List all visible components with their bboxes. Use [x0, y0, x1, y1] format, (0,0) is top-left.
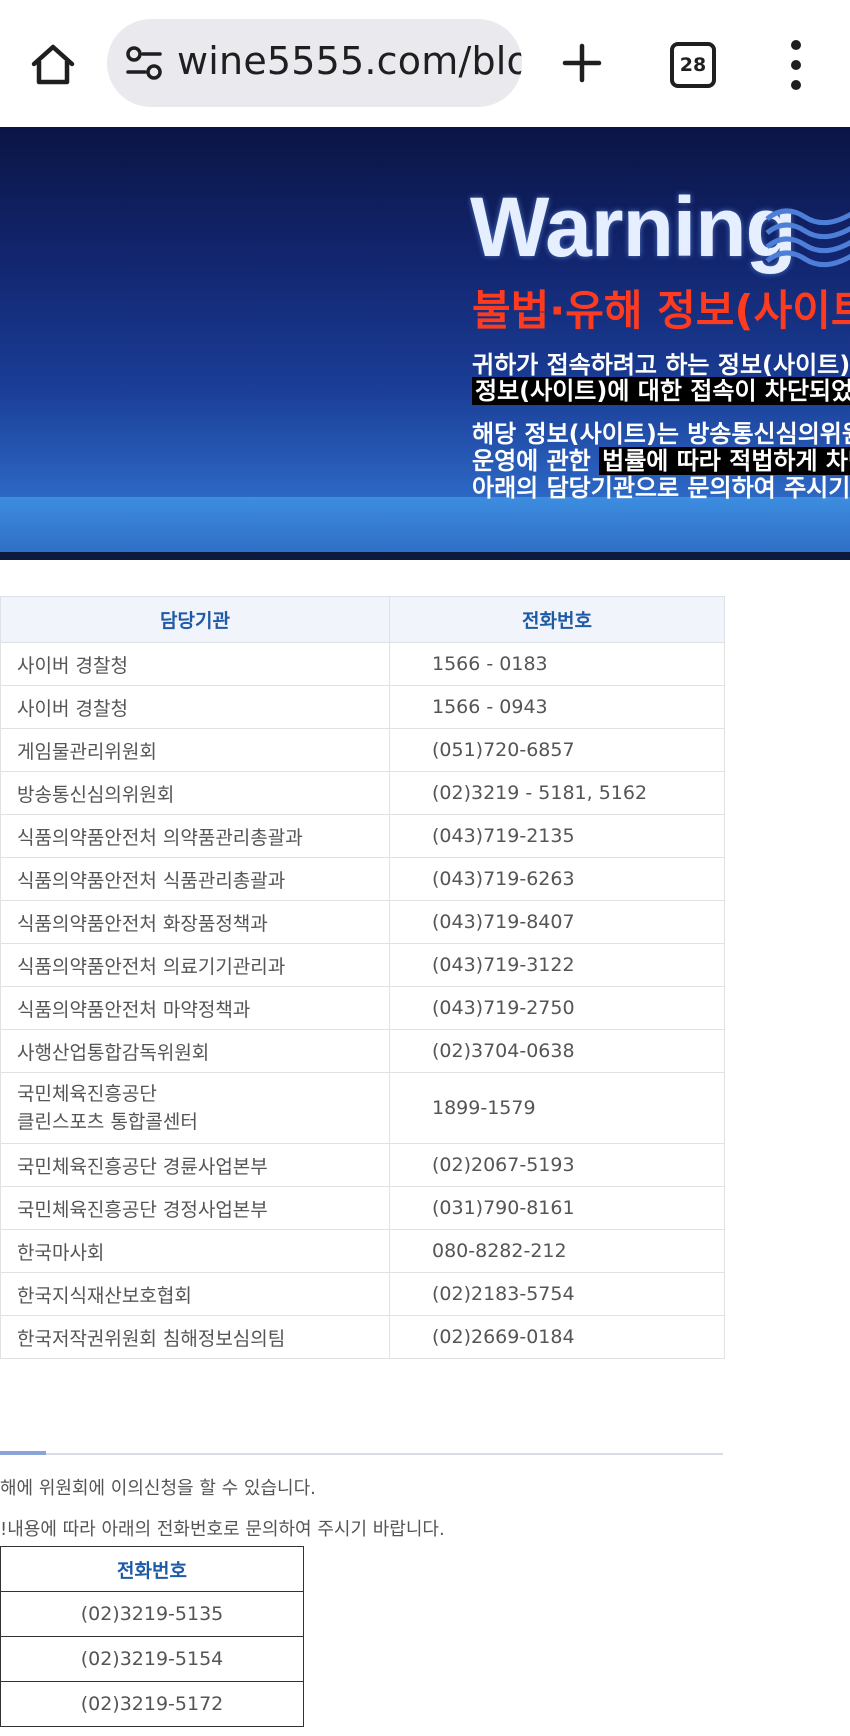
- table-row: 방송통신심의위원회 (02)3219 - 5181, 5162: [0, 771, 725, 815]
- agency-phone: (043)719-8407: [389, 900, 725, 944]
- column-header-phone: 전화번호: [0, 1546, 304, 1592]
- section-divider: [0, 1453, 723, 1455]
- inquiry-phone: (02)3219-5135: [0, 1591, 304, 1637]
- inquiry-phone: (02)3219-5154: [0, 1636, 304, 1682]
- table-row: 식품의약품안전처 의약품관리총괄과 (043)719-2135: [0, 814, 725, 858]
- agency-phone: 1566 - 0943: [389, 685, 725, 729]
- agency-phone: (043)719-2750: [389, 986, 725, 1030]
- agency-name: 식품의약품안전처 마약정책과: [0, 986, 390, 1030]
- wave-decoration-icon: [765, 208, 850, 268]
- table-row: 국민체육진흥공단 경정사업본부 (031)790-8161: [0, 1186, 725, 1230]
- agency-phone: 1899-1579: [389, 1072, 725, 1144]
- warning-text-line2: 정보(사이트)에 대한 접속이 차단되었: [472, 371, 850, 406]
- agency-name: 한국지식재산보호협회: [0, 1272, 390, 1316]
- table-row: 사이버 경찰청 1566 - 0183: [0, 642, 725, 686]
- table-row: 식품의약품안전처 마약정책과 (043)719-2750: [0, 986, 725, 1030]
- table-row: (02)3219-5172: [0, 1681, 304, 1727]
- table-row: 사이버 경찰청 1566 - 0943: [0, 685, 725, 729]
- warning-title: Warning: [470, 180, 797, 274]
- agency-phone: (051)720-6857: [389, 728, 725, 772]
- agency-name: 국민체육진흥공단 클린스포츠 통합콜센터: [0, 1072, 390, 1144]
- agency-name: 식품의약품안전처 화장품정책과: [0, 900, 390, 944]
- agency-name: 한국저작권위원회 침해정보심의팀: [0, 1315, 390, 1359]
- column-header-agency: 담당기관: [0, 596, 390, 643]
- inquiry-note: !내용에 따라 아래의 전화번호로 문의하여 주시기 바랍니다.: [0, 1519, 445, 1540]
- warning-text-line5: 아래의 담당기관으로 문의하여 주시기: [472, 474, 850, 502]
- agency-phone: (02)2067-5193: [389, 1143, 725, 1187]
- table-header-row: 담당기관 전화번호: [0, 596, 725, 643]
- appeal-note: 해에 위원회에 이의신청을 할 수 있습니다.: [0, 1478, 316, 1499]
- table-row: (02)3219-5135: [0, 1591, 304, 1637]
- table-row: 게임물관리위원회 (051)720-6857: [0, 728, 725, 772]
- agency-name: 게임물관리위원회: [0, 728, 390, 772]
- agency-phone: 080-8282-212: [389, 1229, 725, 1273]
- agency-name: 사이버 경찰청: [0, 642, 390, 686]
- warning-subtitle: 불법·유해 정보(사이트: [472, 286, 850, 335]
- table-row: 식품의약품안전처 의료기기관리과 (043)719-3122: [0, 943, 725, 987]
- tune-icon[interactable]: [125, 45, 163, 81]
- home-icon[interactable]: [22, 33, 84, 95]
- agency-contact-table: 담당기관 전화번호 사이버 경찰청 1566 - 0183 사이버 경찰청 15…: [0, 596, 725, 1359]
- agency-name: 국민체육진흥공단 경정사업본부: [0, 1186, 390, 1230]
- agency-name: 한국마사회: [0, 1229, 390, 1273]
- agency-phone: (043)719-2135: [389, 814, 725, 858]
- table-row: 사행산업통합감독위원회 (02)3704-0638: [0, 1029, 725, 1073]
- warning-banner: Warning 불법·유해 정보(사이트 귀하가 접속하려고 하는 정보(사이트…: [0, 127, 850, 560]
- agency-phone: (02)2183-5754: [389, 1272, 725, 1316]
- inquiry-phone-table: 전화번호 (02)3219-5135 (02)3219-5154 (02)321…: [0, 1546, 304, 1727]
- table-row: 식품의약품안전처 화장품정책과 (043)719-8407: [0, 900, 725, 944]
- table-row: 한국지식재산보호협회 (02)2183-5754: [0, 1272, 725, 1316]
- agency-name: 식품의약품안전처 의약품관리총괄과: [0, 814, 390, 858]
- address-bar[interactable]: wine5555.com/block: [107, 19, 522, 107]
- more-vert-icon[interactable]: [778, 40, 814, 90]
- tab-count: 28: [679, 54, 707, 76]
- table-row: 국민체육진흥공단 경륜사업본부 (02)2067-5193: [0, 1143, 725, 1187]
- table-row: 국민체육진흥공단 클린스포츠 통합콜센터 1899-1579: [0, 1072, 725, 1144]
- table-row: 한국저작권위원회 침해정보심의팀 (02)2669-0184: [0, 1315, 725, 1359]
- agency-name: 방송통신심의위원회: [0, 771, 390, 815]
- agency-phone: (02)2669-0184: [389, 1315, 725, 1359]
- agency-phone: (02)3219 - 5181, 5162: [389, 771, 725, 815]
- table-row: (02)3219-5154: [0, 1636, 304, 1682]
- agency-phone: (031)790-8161: [389, 1186, 725, 1230]
- agency-phone: (043)719-6263: [389, 857, 725, 901]
- table-row: 식품의약품안전처 식품관리총괄과 (043)719-6263: [0, 857, 725, 901]
- agency-name: 식품의약품안전처 의료기기관리과: [0, 943, 390, 987]
- agency-name: 식품의약품안전처 식품관리총괄과: [0, 857, 390, 901]
- browser-toolbar: wine5555.com/block 28: [0, 0, 850, 127]
- section-divider-accent: [0, 1451, 46, 1455]
- tab-switcher-icon[interactable]: 28: [670, 42, 716, 88]
- column-header-phone: 전화번호: [389, 596, 725, 643]
- agency-name: 사이버 경찰청: [0, 685, 390, 729]
- agency-phone: (02)3704-0638: [389, 1029, 725, 1073]
- agency-name: 사행산업통합감독위원회: [0, 1029, 390, 1073]
- agency-name: 국민체육진흥공단 경륜사업본부: [0, 1143, 390, 1187]
- table-row: 한국마사회 080-8282-212: [0, 1229, 725, 1273]
- inquiry-phone: (02)3219-5172: [0, 1681, 304, 1727]
- table-header-row: 전화번호: [0, 1546, 304, 1592]
- url-text[interactable]: wine5555.com/block: [177, 39, 522, 83]
- plus-icon[interactable]: [552, 33, 612, 93]
- agency-phone: 1566 - 0183: [389, 642, 725, 686]
- agency-phone: (043)719-3122: [389, 943, 725, 987]
